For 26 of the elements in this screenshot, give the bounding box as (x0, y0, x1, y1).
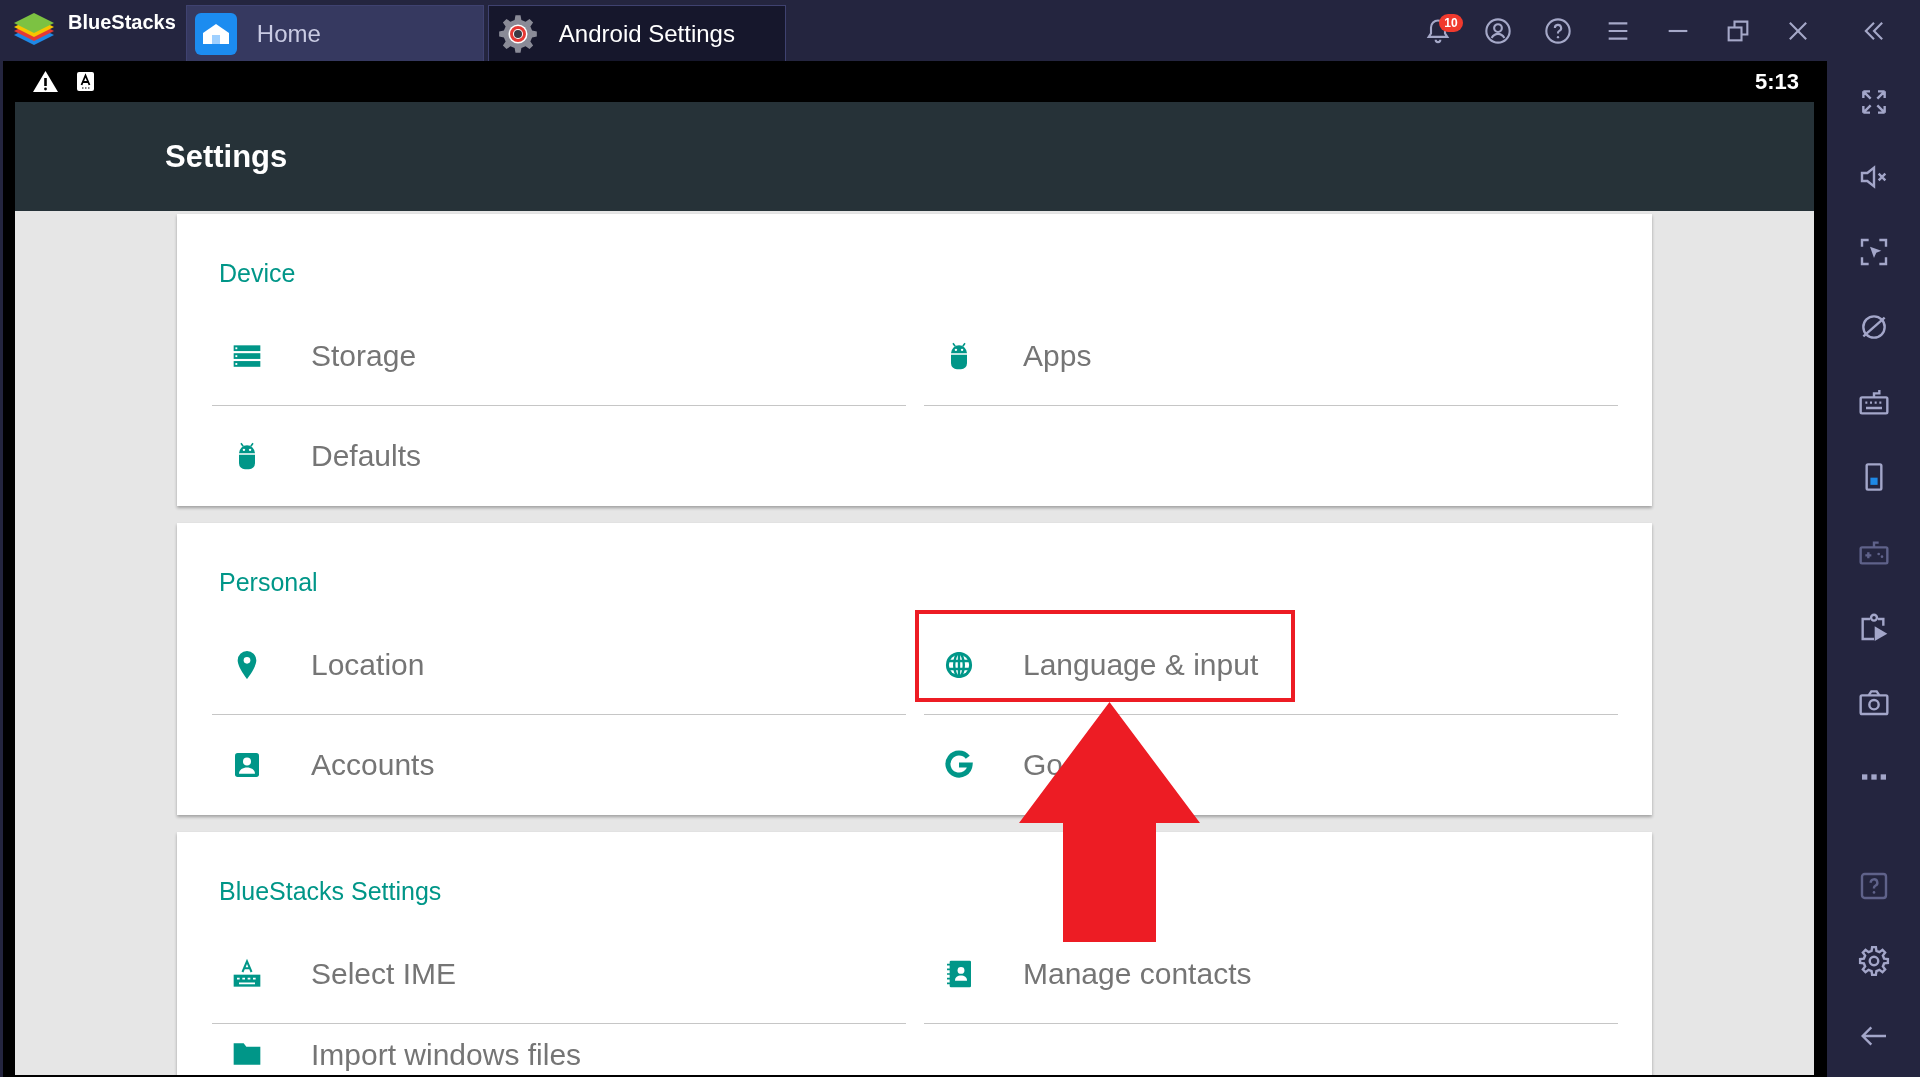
tab[interactable]: Android Settings (487, 5, 786, 61)
letter-tile-icon (77, 72, 94, 91)
settings-item[interactable]: Import windows files (212, 1024, 906, 1075)
gear-icon (496, 12, 539, 55)
help-icon[interactable] (1544, 16, 1572, 45)
settings-item[interactable]: Defaults (212, 406, 906, 506)
settings-item[interactable]: Apps (924, 306, 1618, 406)
clock-time: 5:13 (1754, 68, 1799, 95)
house-icon (194, 12, 237, 55)
settings-item[interactable]: Select IME (212, 924, 906, 1024)
settings-item[interactable]: Accounts (212, 715, 906, 815)
g-icon (943, 749, 975, 781)
settings-item[interactable]: Location (212, 615, 906, 715)
section-title: BlueStacks Settings (219, 876, 442, 906)
app-name: BlueStacks (68, 10, 176, 34)
section-title: Personal (219, 567, 318, 597)
section-title: Device (219, 258, 296, 288)
settings-icon[interactable] (1857, 945, 1890, 977)
settings-item[interactable]: Storage (212, 306, 906, 406)
keyboard-icon (231, 957, 263, 990)
settings-item[interactable]: Manage contacts (924, 924, 1618, 1024)
page-title: Settings (165, 138, 288, 175)
notification-count: 10 (1439, 13, 1463, 32)
tab[interactable]: Home (185, 5, 484, 61)
account-icon[interactable] (1484, 16, 1512, 45)
warning-icon (32, 70, 59, 93)
